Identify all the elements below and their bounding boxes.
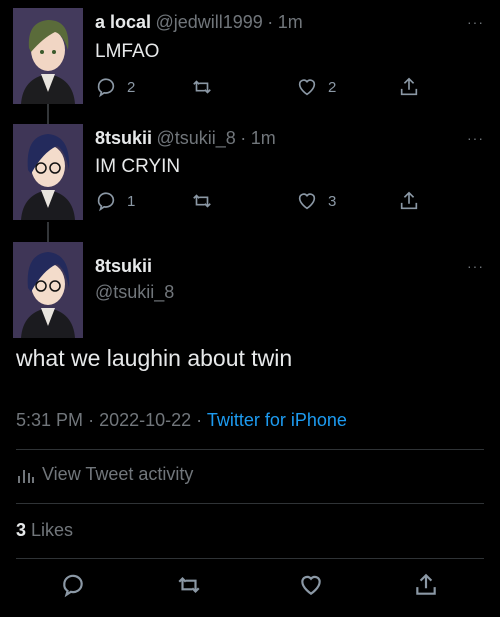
avatar-image <box>13 242 83 338</box>
avatar[interactable] <box>13 8 83 104</box>
separator-dot: · <box>196 410 203 430</box>
tweet-text: LMFAO <box>95 41 160 62</box>
heart-icon <box>301 575 321 595</box>
avatar[interactable] <box>13 124 83 220</box>
activity-label: View Tweet activity <box>42 464 194 484</box>
avatar[interactable] <box>13 242 83 338</box>
avatar-image <box>13 124 83 220</box>
like-button[interactable]: 3 <box>296 190 336 212</box>
main-author-handle[interactable]: @tsukii_8 <box>95 282 174 303</box>
share-icon <box>400 191 418 210</box>
thread-connector <box>47 104 49 124</box>
share-button[interactable] <box>398 76 420 98</box>
reply-count: 1 <box>127 192 136 210</box>
heart-icon <box>298 79 316 96</box>
retweet-icon <box>193 194 211 208</box>
like-button[interactable]: 2 <box>296 76 336 98</box>
divider <box>16 558 484 559</box>
main-tweet-text: what we laughin about twin <box>16 345 293 371</box>
reply-button[interactable]: 1 <box>95 190 135 212</box>
reply-button[interactable]: 2 <box>95 76 135 98</box>
separator-dot: · <box>88 410 95 430</box>
reply-count: 2 <box>127 78 136 96</box>
thread-connector <box>47 222 49 242</box>
more-options-button[interactable]: ··· <box>467 258 484 274</box>
tweet-time[interactable]: 1m <box>251 128 276 148</box>
avatar-image <box>13 8 83 104</box>
tweet-date[interactable]: 2022-10-22 <box>99 410 191 430</box>
divider <box>16 503 484 504</box>
tweet-author-handle[interactable]: @jedwill1999 <box>155 12 262 32</box>
reply-bubble-icon <box>97 192 115 212</box>
retweet-button[interactable] <box>175 572 203 603</box>
share-icon <box>416 573 436 595</box>
separator-dot: · <box>267 12 274 32</box>
heart-icon <box>298 193 316 210</box>
tweet-time[interactable]: 1m <box>278 12 303 32</box>
tweet-author-handle[interactable]: @tsukii_8 <box>156 128 235 148</box>
reply-button[interactable] <box>60 572 86 603</box>
tweet-author-name[interactable]: a local <box>95 12 151 32</box>
tweet-source-link[interactable]: Twitter for iPhone <box>207 410 347 430</box>
more-options-button[interactable]: ··· <box>467 14 484 30</box>
reply-bubble-icon <box>97 78 115 98</box>
divider <box>16 449 484 450</box>
likes-label: Likes <box>31 520 74 540</box>
likes-count: 3 <box>16 520 27 540</box>
retweet-button[interactable] <box>190 76 214 98</box>
tweet-timestamp[interactable]: 5:31 PM <box>16 410 83 430</box>
share-button[interactable] <box>413 572 439 603</box>
like-count: 3 <box>328 192 337 210</box>
share-button[interactable] <box>398 190 420 212</box>
reply-bubble-icon <box>63 574 83 598</box>
bar-chart-icon <box>18 469 34 483</box>
retweet-icon <box>178 576 200 594</box>
tweet-text: IM CRYIN <box>95 156 181 177</box>
tweet-author-name[interactable]: 8tsukii <box>95 128 152 148</box>
more-options-button[interactable]: ··· <box>467 130 484 146</box>
retweet-button[interactable] <box>190 190 214 212</box>
likes-stat[interactable]: 3 Likes <box>16 520 73 541</box>
retweet-icon <box>193 80 211 94</box>
like-count: 2 <box>328 78 337 96</box>
separator-dot: · <box>240 128 247 148</box>
share-icon <box>400 77 418 96</box>
main-author-name[interactable]: 8tsukii <box>95 256 152 277</box>
view-activity-link[interactable]: View Tweet activity <box>16 464 193 485</box>
like-button[interactable] <box>298 572 324 603</box>
